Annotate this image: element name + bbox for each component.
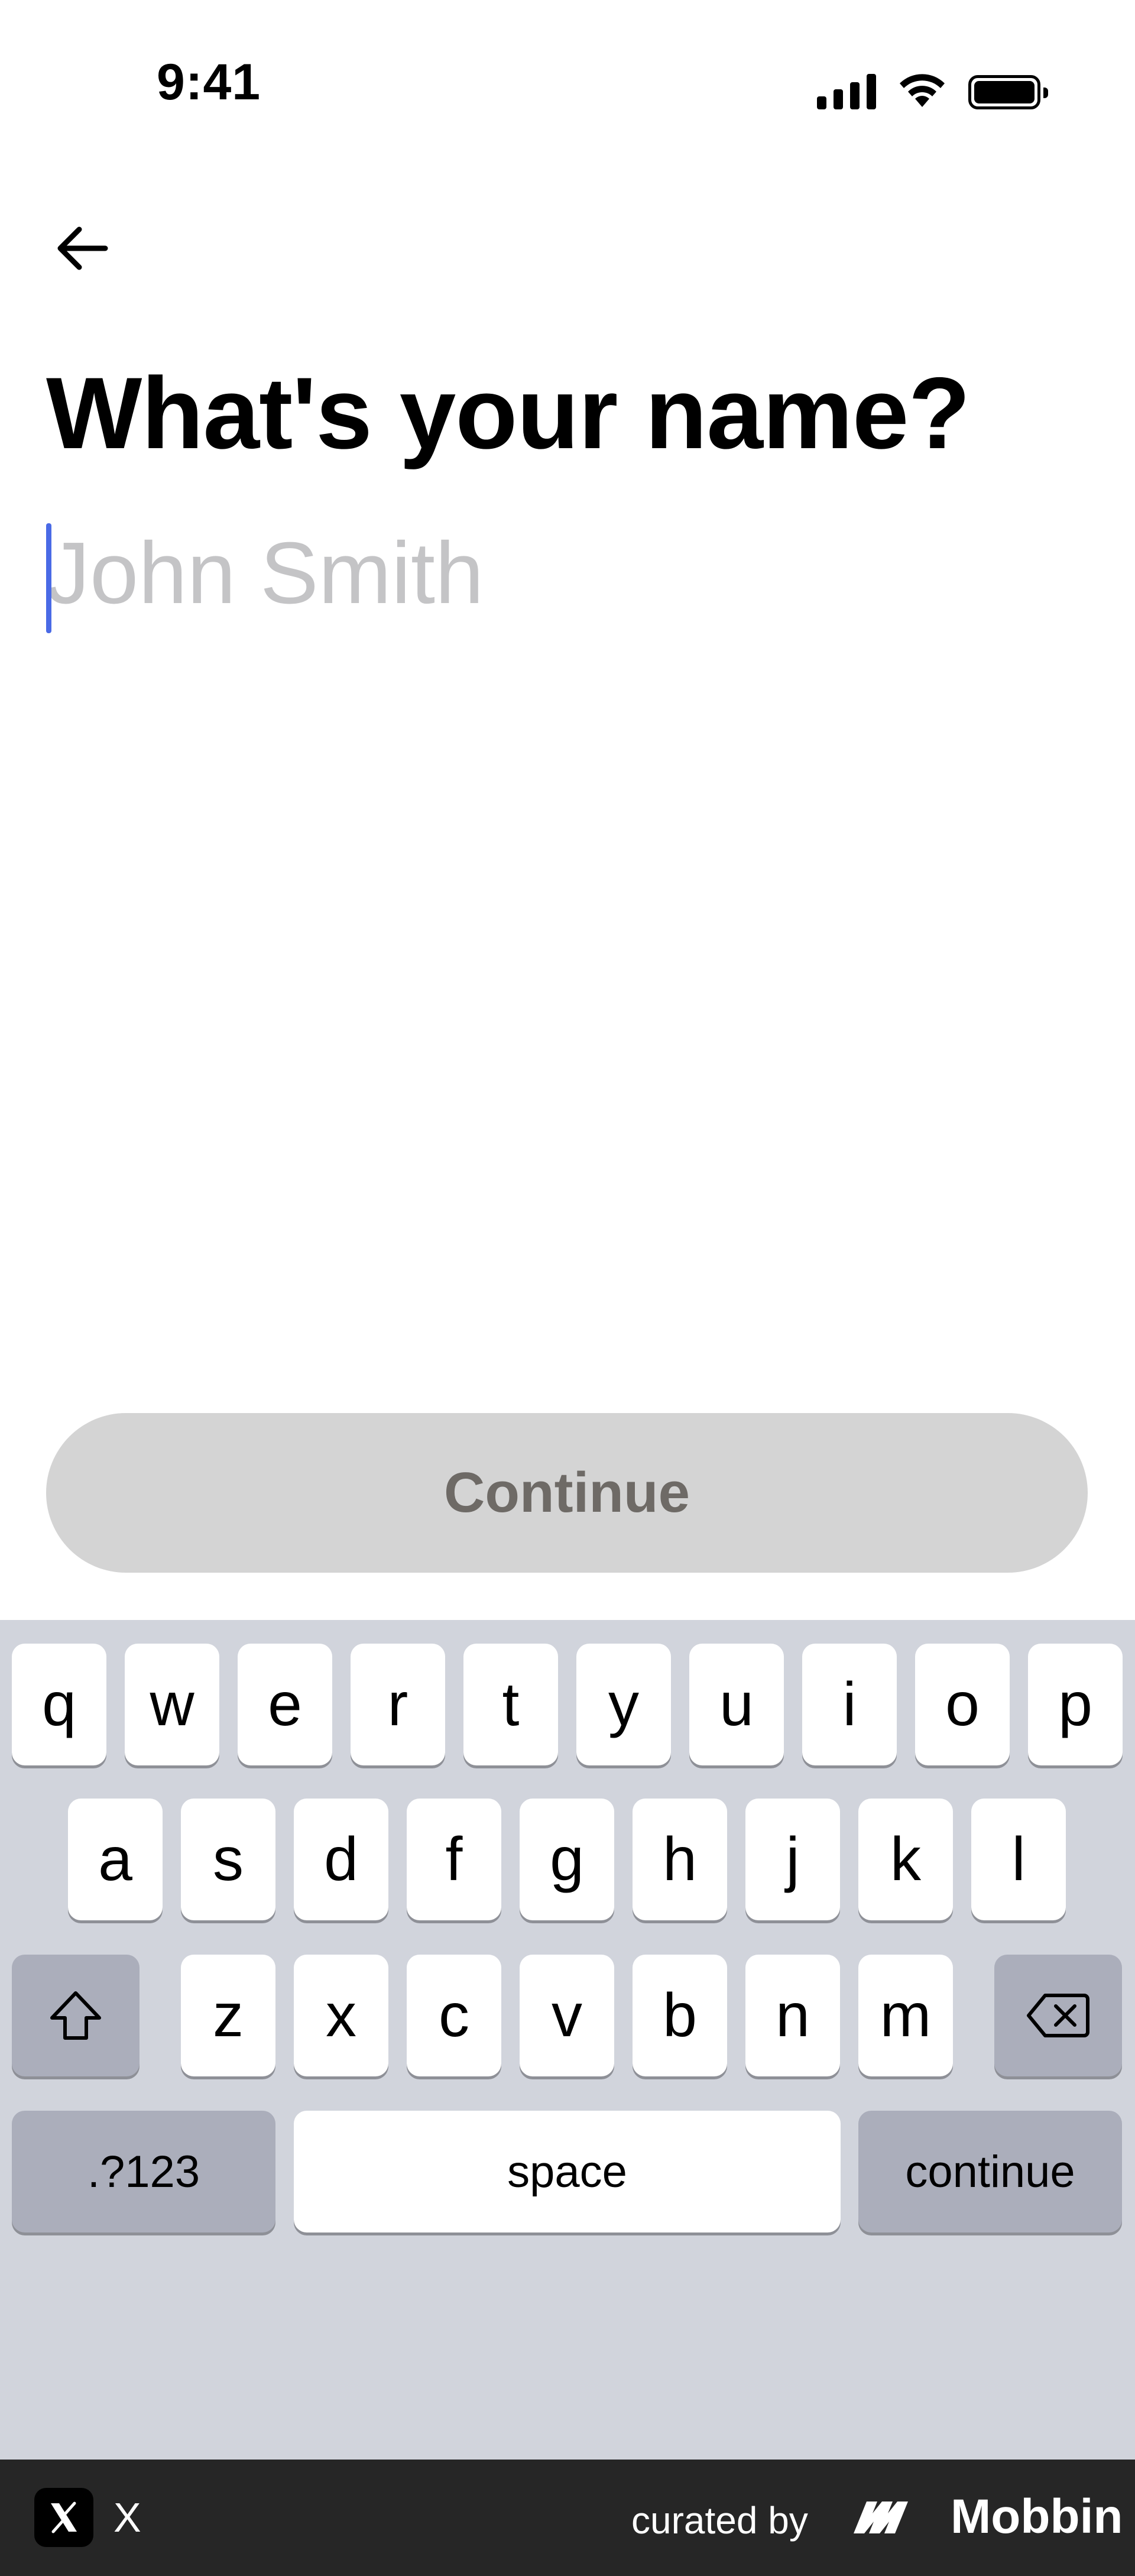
key-n[interactable]: n [745, 1955, 840, 2076]
key-j[interactable]: j [745, 1799, 840, 1920]
numbers-key[interactable]: .?123 [12, 2111, 275, 2232]
status-icons [817, 62, 1048, 109]
key-p[interactable]: p [1028, 1644, 1123, 1765]
key-z[interactable]: z [181, 1955, 275, 2076]
key-c[interactable]: c [407, 1955, 501, 2076]
key-g[interactable]: g [520, 1799, 614, 1920]
cellular-signal-icon [817, 74, 876, 109]
key-h[interactable]: h [633, 1799, 727, 1920]
text-caret [46, 523, 51, 633]
footer-app-name: X [114, 2494, 141, 2541]
keyboard: q w e r t y u i o p a s d f g h j k l z … [0, 1620, 1135, 2460]
key-r[interactable]: r [351, 1644, 445, 1765]
key-w[interactable]: w [125, 1644, 219, 1765]
key-v[interactable]: v [520, 1955, 614, 2076]
key-l[interactable]: l [971, 1799, 1066, 1920]
continue-button[interactable]: Continue [46, 1413, 1088, 1573]
shift-arrow-icon [50, 1991, 101, 2040]
space-key[interactable]: space [294, 2111, 841, 2232]
wifi-icon [900, 74, 945, 107]
footer-brand: Mobbin [851, 2489, 1123, 2545]
key-e[interactable]: e [238, 1644, 332, 1765]
key-y[interactable]: y [576, 1644, 671, 1765]
back-button[interactable] [46, 213, 117, 284]
status-time: 9:41 [157, 54, 261, 111]
key-o[interactable]: o [915, 1644, 1010, 1765]
key-k[interactable]: k [858, 1799, 953, 1920]
key-f[interactable]: f [407, 1799, 501, 1920]
name-input-container [46, 511, 1087, 636]
key-q[interactable]: q [12, 1644, 106, 1765]
footer-brand-name: Mobbin [951, 2490, 1123, 2543]
backspace-icon [1027, 1994, 1089, 2037]
key-i[interactable]: i [802, 1644, 897, 1765]
mobbin-logo-icon [854, 2502, 908, 2533]
return-key[interactable]: continue [858, 2111, 1122, 2232]
delete-key[interactable] [994, 1955, 1122, 2076]
footer-curated-label: curated by [631, 2499, 808, 2542]
key-t[interactable]: t [463, 1644, 558, 1765]
name-input[interactable] [46, 511, 1087, 636]
status-bar: 9:41 [0, 0, 1135, 166]
key-u[interactable]: u [689, 1644, 784, 1765]
key-d[interactable]: d [294, 1799, 388, 1920]
key-b[interactable]: b [633, 1955, 727, 2076]
key-x[interactable]: x [294, 1955, 388, 2076]
key-s[interactable]: s [181, 1799, 275, 1920]
key-m[interactable]: m [858, 1955, 953, 2076]
battery-icon [968, 75, 1048, 109]
arrow-left-icon [57, 226, 108, 270]
shift-key[interactable] [12, 1955, 140, 2076]
page-title: What's your name? [46, 357, 971, 470]
x-logo-icon [34, 2488, 93, 2547]
footer-bar: X curated by Mobbin [0, 2460, 1135, 2576]
key-a[interactable]: a [68, 1799, 163, 1920]
